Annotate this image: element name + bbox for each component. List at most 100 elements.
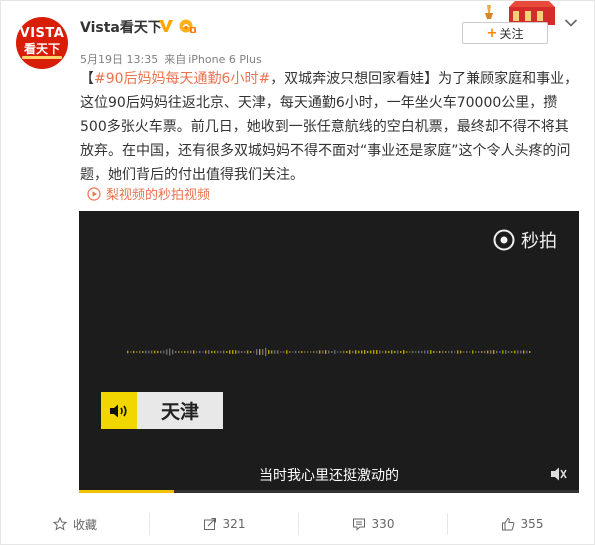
waveform-bar: [292, 351, 294, 353]
waveform-bar: [187, 350, 189, 354]
waveform-bar: [394, 350, 396, 354]
waveform-bar: [220, 351, 222, 353]
waveform-bar: [355, 350, 357, 354]
waveform-bar: [376, 350, 378, 354]
video-player[interactable]: 秒拍 天津 当时我心里还挺激动的: [79, 211, 579, 493]
waveform-bar: [163, 350, 165, 354]
waveform-bar: [358, 350, 360, 354]
video-progress-bar[interactable]: [79, 490, 579, 493]
waveform-bar: [439, 350, 441, 354]
waveform-bar: [199, 350, 201, 354]
speaker-icon: [101, 392, 137, 429]
post-date-link[interactable]: 5月19日 13:35: [80, 53, 158, 66]
waveform-bar: [286, 350, 288, 354]
chevron-down-icon[interactable]: [564, 18, 578, 28]
waveform-bar: [136, 351, 138, 353]
waveform-bar: [481, 351, 483, 353]
repost-icon: [203, 518, 216, 530]
waveform-bar: [295, 350, 297, 354]
waveform-bar: [478, 351, 480, 353]
video-link-icon: [87, 186, 101, 201]
video-source-link[interactable]: 梨视频的秒拍视频: [87, 184, 210, 203]
device-link[interactable]: iPhone 6 Plus: [188, 53, 262, 66]
waveform-bar: [250, 351, 252, 353]
waveform-bar: [418, 350, 420, 354]
waveform-bar: [313, 351, 315, 353]
waveform-bar: [502, 350, 504, 354]
verified-v-icon[interactable]: [158, 18, 174, 34]
waveform-bar: [403, 350, 405, 354]
post-text: 【#90后妈妈每天通勤6小时#，双城奔波只想回家看娃】为了兼顾家庭和事业，这位9…: [80, 67, 580, 187]
waveform-bar: [493, 350, 495, 354]
waveform-bar: [412, 350, 414, 354]
waveform-bar: [235, 350, 237, 354]
waveform-bar: [361, 350, 363, 354]
waveform-bar: [208, 350, 210, 354]
waveform-bar: [196, 351, 198, 353]
waveform-bar: [364, 350, 366, 354]
waveform-bar: [496, 350, 498, 354]
waveform-bar: [484, 350, 486, 354]
comment-button[interactable]: 330: [299, 509, 447, 539]
waveform-bar: [127, 350, 129, 354]
waveform-bar: [217, 350, 219, 354]
waveform-bar: [223, 350, 225, 354]
waveform-bar: [133, 350, 135, 354]
waveform-bar: [406, 351, 408, 353]
star-icon: [52, 517, 67, 531]
waveform-bar: [310, 351, 312, 353]
follow-button[interactable]: + 关注: [462, 22, 548, 44]
waveform-bar: [175, 351, 177, 353]
waveform-bar: [241, 351, 243, 353]
waveform-bar: [415, 351, 417, 353]
waveform-bar: [205, 350, 207, 354]
gold-member-icon[interactable]: [179, 18, 197, 34]
miaopai-watermark: 秒拍: [493, 227, 557, 253]
waveform-bar: [526, 350, 528, 354]
waveform-bar: [469, 351, 471, 353]
favorite-button[interactable]: 收藏: [1, 509, 149, 539]
waveform-bar: [142, 351, 144, 353]
waveform-bar: [385, 350, 387, 354]
video-progress-fill: [79, 490, 174, 493]
waveform-bar: [268, 350, 270, 354]
plus-icon: +: [486, 25, 498, 41]
mute-icon[interactable]: [549, 466, 567, 482]
waveform-bar: [517, 350, 519, 354]
waveform-bar: [508, 350, 510, 354]
waveform-bar: [226, 351, 228, 353]
waveform-bar: [331, 350, 333, 354]
waveform-bar: [337, 351, 339, 353]
username-link[interactable]: Vista看天下: [80, 17, 162, 37]
waveform-bar: [283, 351, 285, 353]
waveform-bar: [259, 349, 261, 355]
waveform-bar: [466, 351, 468, 353]
source-prefix: 来自: [164, 53, 187, 66]
waveform-bar: [367, 350, 369, 354]
waveform-bar: [277, 350, 279, 354]
waveform-bar: [322, 350, 324, 354]
waveform-bar: [247, 350, 249, 354]
waveform-bar: [244, 351, 246, 353]
waveform-bar: [178, 350, 180, 354]
hashtag-link[interactable]: #90后妈妈每天通勤6小时#: [94, 71, 270, 87]
waveform-bar: [391, 350, 393, 354]
bracket-open: 【: [80, 71, 94, 87]
waveform-bar: [271, 350, 273, 354]
waveform-bar: [319, 350, 321, 354]
follow-label: 关注: [499, 26, 524, 41]
video-subtitle: 当时我心里还挺激动的: [259, 468, 399, 484]
comment-icon: [352, 518, 365, 531]
waveform-bar: [307, 351, 309, 353]
like-button[interactable]: 355: [448, 509, 595, 539]
waveform-bar: [184, 351, 186, 353]
waveform-bar: [427, 350, 429, 354]
avatar[interactable]: VISTA 看天下: [16, 17, 68, 69]
repost-count: 321: [222, 517, 246, 531]
waveform-bar: [304, 351, 306, 353]
repost-button[interactable]: 321: [150, 509, 298, 539]
waveform-bar: [511, 351, 513, 353]
waveform-bar: [400, 350, 402, 354]
avatar-brand-text: VISTA: [19, 26, 65, 41]
waveform-bar: [352, 350, 354, 354]
